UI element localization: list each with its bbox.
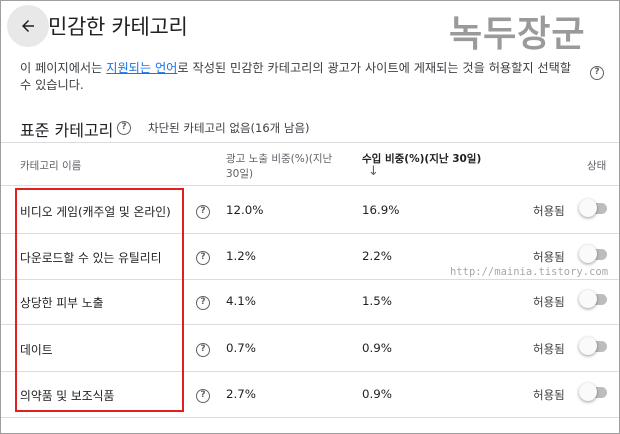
divider [1,142,619,143]
impressions-value: 2.7% [226,387,256,401]
impressions-value: 0.7% [226,341,256,355]
divider [1,417,619,418]
allow-toggle[interactable] [579,199,609,217]
status-label: 허용됨 [533,250,565,264]
help-circle-icon[interactable]: ? [196,389,210,403]
allow-toggle[interactable] [579,337,609,355]
blocked-summary: 차단된 카테고리 없음(16개 남음) [148,121,310,135]
column-header-status: 상태 [587,160,607,172]
help-circle-icon[interactable]: ? [196,251,210,265]
status-label: 허용됨 [533,295,565,309]
intro-text-end: 로 작성된 민감한 카테고리의 광고가 사이트에 게재되는 것을 허용할지 선택… [177,61,572,75]
column-header-impressions[interactable]: 광고 노출 비중(%)(지난 30일) [226,152,332,182]
help-circle-icon[interactable]: ? [196,296,210,310]
divider [1,185,619,186]
status-label: 허용됨 [533,388,565,402]
intro-text-start: 이 페이지에서는 [20,61,107,75]
intro-text-line2: 수 있습니다. [20,78,84,92]
toggle-knob [579,245,597,263]
revenue-value: 1.5% [362,294,392,308]
revenue-value: 0.9% [362,387,392,401]
help-circle-icon[interactable]: ? [196,343,210,357]
help-circle-icon[interactable]: ? [196,205,210,219]
intro-text: 이 페이지에서는 지원되는 언어로 작성된 민감한 카테고리의 광고가 사이트에… [20,60,600,94]
watermark-logo: 녹두장군 [449,13,586,55]
revenue-value: 16.9% [362,203,400,217]
section-title: 표준 카테고리 [20,121,114,140]
status-label: 허용됨 [533,204,565,218]
revenue-value: 2.2% [362,249,392,263]
impressions-value: 1.2% [226,249,256,263]
column-header-impressions-line1: 광고 노출 비중(%)(지난 [226,153,333,165]
column-header-impressions-line2: 30일) [226,168,254,180]
sensitive-categories-page: 민감한 카테고리 녹두장군 이 페이지에서는 지원되는 언어로 작성된 민감한 … [0,0,620,434]
toggle-knob [579,383,597,401]
impressions-value: 4.1% [226,294,256,308]
arrow-down-icon[interactable]: ↓ [368,164,379,179]
allow-toggle[interactable] [579,290,609,308]
toggle-knob [579,290,597,308]
allow-toggle[interactable] [579,245,609,263]
column-header-category: 카테고리 이름 [20,160,82,172]
toggle-knob [579,337,597,355]
column-header-revenue[interactable]: 수입 비중(%)(지난 30일) [362,152,481,167]
supported-languages-link[interactable]: 지원되는 언어 [106,61,177,75]
arrow-left-icon [22,20,34,32]
revenue-value: 0.9% [362,341,392,355]
help-circle-icon[interactable]: ? [590,66,604,80]
back-button[interactable] [7,5,49,47]
page-title: 민감한 카테고리 [48,15,188,39]
watermark-url: http://mainia.tistory.com [450,266,609,278]
allow-toggle[interactable] [579,383,609,401]
highlight-annotation [15,188,184,412]
help-circle-icon[interactable]: ? [117,121,131,135]
impressions-value: 12.0% [226,203,264,217]
status-label: 허용됨 [533,342,565,356]
toggle-knob [579,199,597,217]
